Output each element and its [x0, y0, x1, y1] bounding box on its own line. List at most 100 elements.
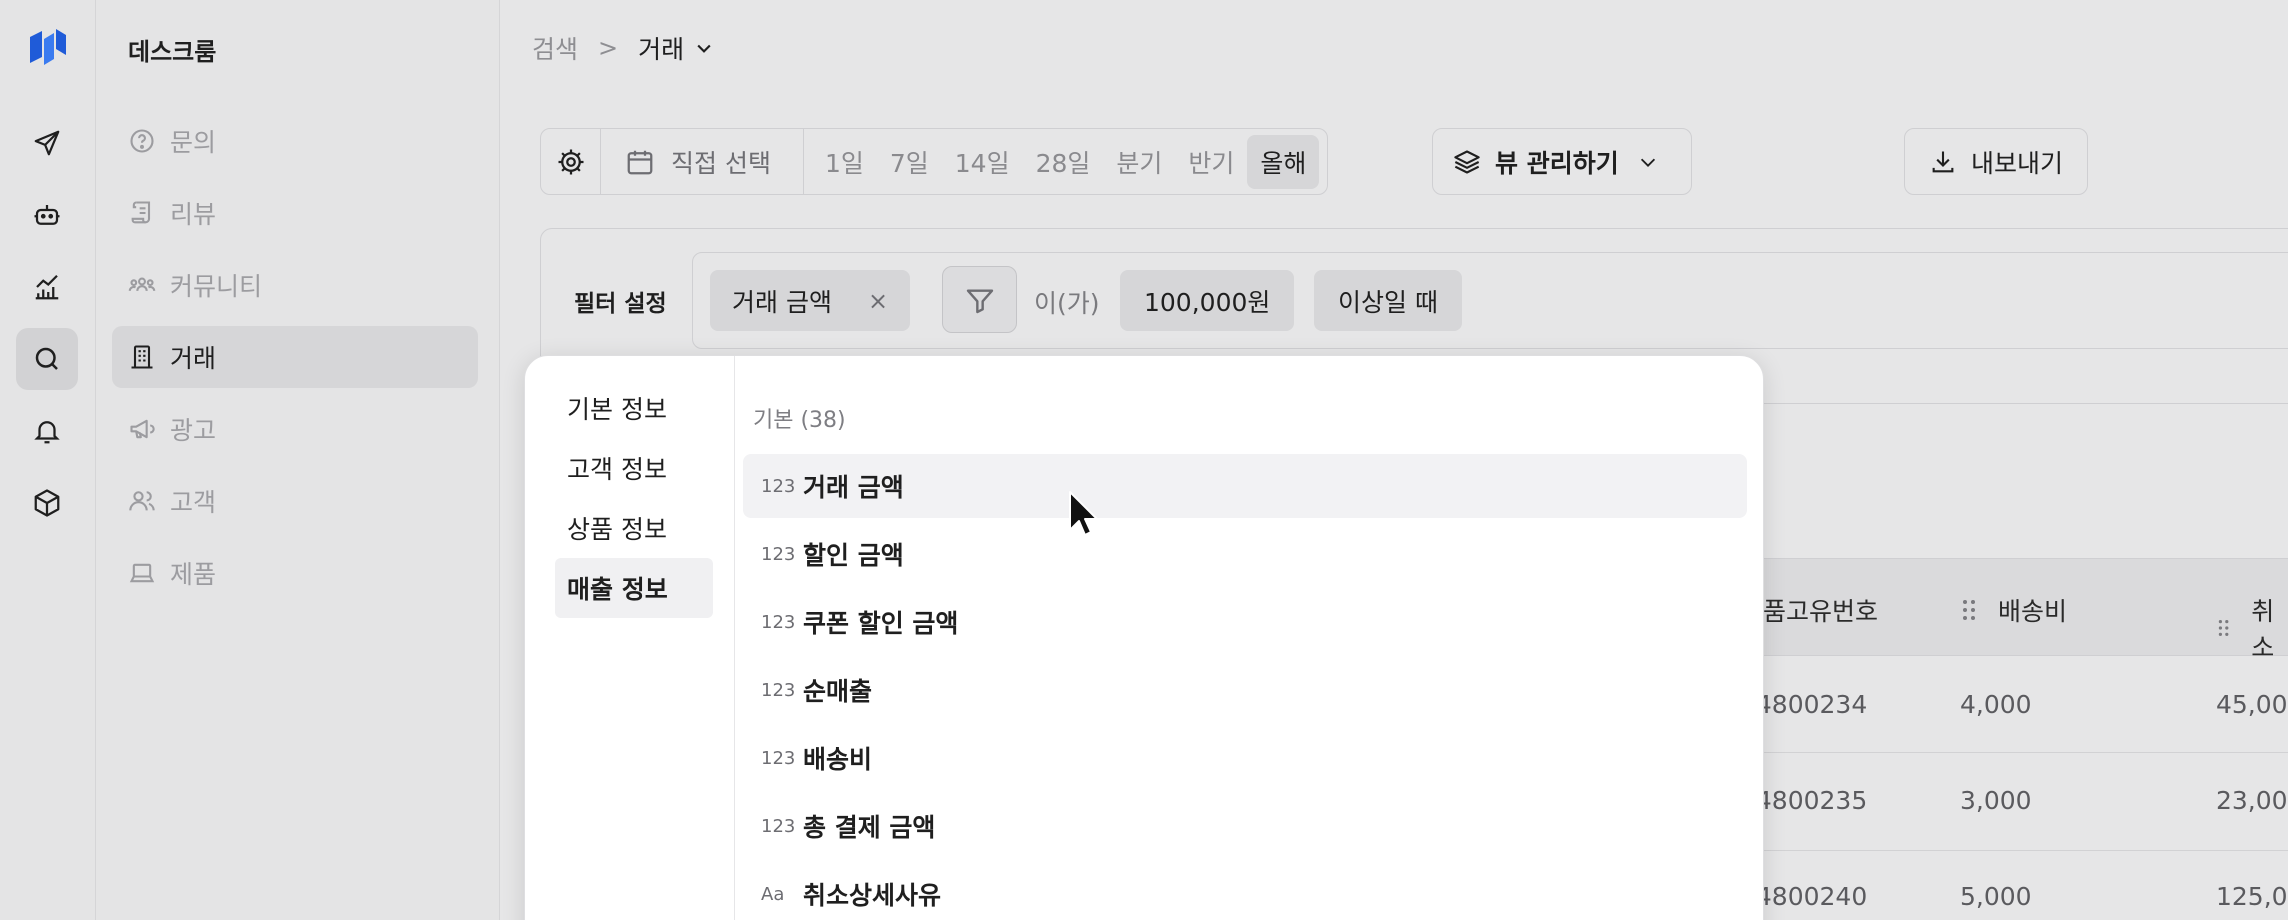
layers-icon [1454, 149, 1480, 174]
period-1d[interactable]: 1일 [812, 135, 877, 189]
category-product[interactable]: 상품 정보 [555, 498, 713, 558]
filter-condition-chip[interactable]: 이상일 때 [1314, 270, 1462, 331]
breadcrumb-root[interactable]: 검색 [532, 30, 578, 66]
calendar-icon [627, 150, 653, 174]
field-option[interactable]: 123 거래 금액 [743, 454, 1747, 518]
period-half[interactable]: 반기 [1175, 135, 1247, 189]
sidebar-item-transaction[interactable]: 거래 [112, 326, 478, 388]
filter-condition-label: 이상일 때 [1338, 287, 1438, 317]
table-cell: 45,00 [2216, 690, 2288, 719]
laptop-icon [129, 563, 155, 583]
field-selector-dropdown: 기본 정보 고객 정보 상품 정보 매출 정보 기본 (38) 123 거래 금… [524, 355, 1764, 920]
table-cell: 4,000 [1960, 690, 2032, 719]
sidebar-item-label: 제품 [170, 560, 217, 589]
send-icon[interactable] [16, 112, 78, 174]
sidebar-item-label: 리뷰 [170, 200, 217, 229]
search-icon[interactable] [16, 328, 78, 390]
field-option[interactable]: Aa 취소상세사유 [743, 862, 1747, 920]
sidebar-item-inquiry[interactable]: 문의 [112, 110, 478, 172]
category-sales[interactable]: 매출 정보 [555, 558, 713, 618]
filter-operator-button[interactable] [942, 266, 1017, 333]
column-header-cancel[interactable]: 취소 [2218, 592, 2288, 664]
filter-value-chip[interactable]: 100,000원 [1120, 270, 1295, 331]
field-option-label: 할인 금액 [803, 541, 904, 570]
field-option[interactable]: 123 할인 금액 [743, 522, 1747, 586]
cube-icon[interactable] [16, 472, 78, 534]
column-header-shipping[interactable]: 배송비 [1962, 592, 2067, 628]
export-label: 내보내기 [1971, 148, 2064, 178]
text-type-icon: Aa [761, 883, 785, 905]
drag-handle-icon[interactable] [2218, 617, 2229, 639]
row-divider [1760, 850, 2288, 851]
sidebar-item-customer[interactable]: 고객 [112, 470, 478, 532]
export-button[interactable]: 내보내기 [1904, 128, 2088, 195]
sidebar-item-review[interactable]: 리뷰 [112, 182, 478, 244]
sidebar-item-label: 커뮤니티 [170, 272, 263, 301]
workspace-name[interactable]: 데스크룸 [128, 32, 216, 67]
funnel-icon [966, 288, 993, 313]
period-14d[interactable]: 14일 [942, 135, 1023, 189]
period-this-year[interactable]: 올해 [1247, 134, 1320, 189]
sidebar-item-label: 거래 [170, 344, 217, 373]
filter-field-chip[interactable]: 거래 금액 × [710, 270, 911, 331]
date-picker-label: 직접 선택 [671, 148, 771, 178]
sidebar-item-label: 광고 [170, 416, 217, 445]
period-selector: 1일 7일 14일 28일 분기 반기 올해 [804, 129, 1327, 194]
table-cell: 23,00 [2216, 786, 2288, 815]
breadcrumb: 검색 > 거래 [532, 30, 714, 66]
number-type-icon: 123 [761, 543, 796, 565]
number-type-icon: 123 [761, 747, 796, 769]
sidebar-item-ads[interactable]: 광고 [112, 398, 478, 460]
field-option[interactable]: 123 순매출 [743, 658, 1747, 722]
number-type-icon: 123 [761, 679, 796, 701]
date-picker-button[interactable]: 직접 선택 [601, 129, 804, 194]
period-quarter[interactable]: 분기 [1103, 135, 1175, 189]
column-header-label: 배송비 [1998, 597, 2068, 626]
drag-handle-icon[interactable] [1962, 599, 1976, 621]
sidebar-item-community[interactable]: 커뮤니티 [112, 254, 478, 316]
sidebar-item-label: 문의 [170, 128, 217, 157]
close-icon[interactable]: × [868, 287, 888, 315]
category-list: 기본 정보 고객 정보 상품 정보 매출 정보 [525, 356, 735, 920]
sidebar: 데스크룸 문의 리뷰 커뮤니티 거래 광고 고객 제품 [96, 0, 500, 920]
category-basic[interactable]: 기본 정보 [555, 378, 713, 438]
download-icon [1932, 151, 1954, 172]
breadcrumb-separator: > [598, 34, 619, 62]
chevron-down-icon [1640, 158, 1655, 167]
chevron-down-icon[interactable] [694, 38, 714, 58]
field-option[interactable]: 123 배송비 [743, 726, 1747, 790]
number-type-icon: 123 [761, 815, 796, 837]
chart-icon[interactable] [16, 256, 78, 318]
bell-icon[interactable] [16, 400, 78, 462]
field-option-label: 거래 금액 [803, 473, 904, 502]
table-cell: 125,0 [2216, 882, 2288, 911]
number-type-icon: 123 [761, 611, 796, 633]
category-customer[interactable]: 고객 정보 [555, 438, 713, 498]
number-type-icon: 123 [761, 475, 796, 497]
field-option[interactable]: 123 쿠폰 할인 금액 [743, 590, 1747, 654]
period-7d[interactable]: 7일 [877, 135, 942, 189]
field-option-label: 총 결제 금액 [803, 813, 936, 842]
field-option[interactable]: 123 총 결제 금액 [743, 794, 1747, 858]
app-logo-icon[interactable] [26, 25, 70, 69]
table-cell: 3,000 [1960, 786, 2032, 815]
view-manage-button[interactable]: 뷰 관리하기 [1432, 128, 1692, 195]
filter-value-label: 100,000원 [1144, 287, 1271, 317]
bot-icon[interactable] [16, 184, 78, 246]
breadcrumb-current[interactable]: 거래 [638, 30, 684, 66]
field-option-label: 배송비 [803, 745, 873, 774]
icon-rail [0, 0, 96, 920]
gear-icon [558, 149, 583, 174]
filter-label: 필터 설정 [574, 291, 667, 317]
period-28d[interactable]: 28일 [1023, 135, 1104, 189]
users-group-icon [128, 277, 156, 292]
megaphone-icon [130, 419, 155, 439]
building-icon [131, 345, 153, 369]
scroll-icon [131, 201, 151, 224]
field-option-label: 순매출 [803, 677, 873, 706]
help-circle-icon [130, 129, 154, 153]
settings-button[interactable] [541, 129, 601, 194]
view-manage-label: 뷰 관리하기 [1495, 148, 1619, 178]
sidebar-item-product[interactable]: 제품 [112, 542, 478, 604]
field-option-label: 쿠폰 할인 금액 [803, 609, 959, 638]
